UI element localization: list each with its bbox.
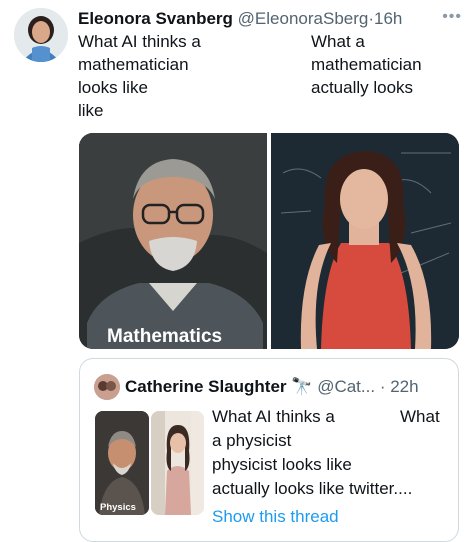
quoted-author-avatar[interactable] — [94, 374, 120, 400]
quoted-author-handle[interactable]: @Cat... — [317, 377, 375, 396]
telescope-icon: 🔭 — [291, 377, 313, 396]
quoted-text-line: actually looks like twitter.... — [212, 479, 413, 498]
show-thread-link[interactable]: Show this thread — [212, 507, 339, 527]
quoted-text-line: a physicist — [212, 431, 292, 450]
media-image-mathematician-ai[interactable]: Mathematics — [79, 133, 267, 349]
quoted-tweet-header: Catherine Slaughter 🔭 @Cat... · 22h — [125, 376, 445, 398]
quoted-media-physicist-actual[interactable] — [151, 411, 204, 515]
quoted-media-physicist-ai[interactable]: Physics — [95, 411, 149, 515]
quoted-author-name[interactable]: Catherine Slaughter — [125, 377, 287, 396]
tweet-text-left: What AI thinks a mathematician looks lik… — [78, 32, 201, 120]
tweet-text-right: What a mathematician actually looks — [311, 32, 422, 97]
quoted-timestamp[interactable]: 22h — [390, 377, 418, 396]
media-caption: Mathematics — [107, 326, 222, 347]
tweet-media: Mathematics — [79, 133, 459, 349]
quoted-text-line: physicist looks like — [212, 455, 352, 474]
quoted-tweet[interactable]: Catherine Slaughter 🔭 @Cat... · 22h Phys… — [79, 358, 459, 542]
quoted-media-caption: Physics — [100, 502, 136, 513]
author-handle[interactable]: @EleonoraSberg — [238, 9, 369, 28]
author-avatar[interactable] — [14, 8, 68, 62]
tweet-timestamp[interactable]: 16h — [374, 9, 402, 28]
media-image-mathematician-actual[interactable] — [271, 133, 459, 349]
author-name[interactable]: Eleonora Svanberg — [78, 9, 233, 28]
quoted-media: Physics — [95, 411, 204, 515]
quoted-text-line: What — [400, 407, 440, 426]
avatar-photo — [14, 8, 68, 62]
quoted-text-line: What AI thinks a — [212, 407, 335, 426]
separator-dot: · — [379, 377, 386, 396]
tweet-header: Eleonora Svanberg @EleonoraSberg·16h ••• — [78, 8, 462, 30]
more-options-icon[interactable]: ••• — [442, 6, 462, 28]
